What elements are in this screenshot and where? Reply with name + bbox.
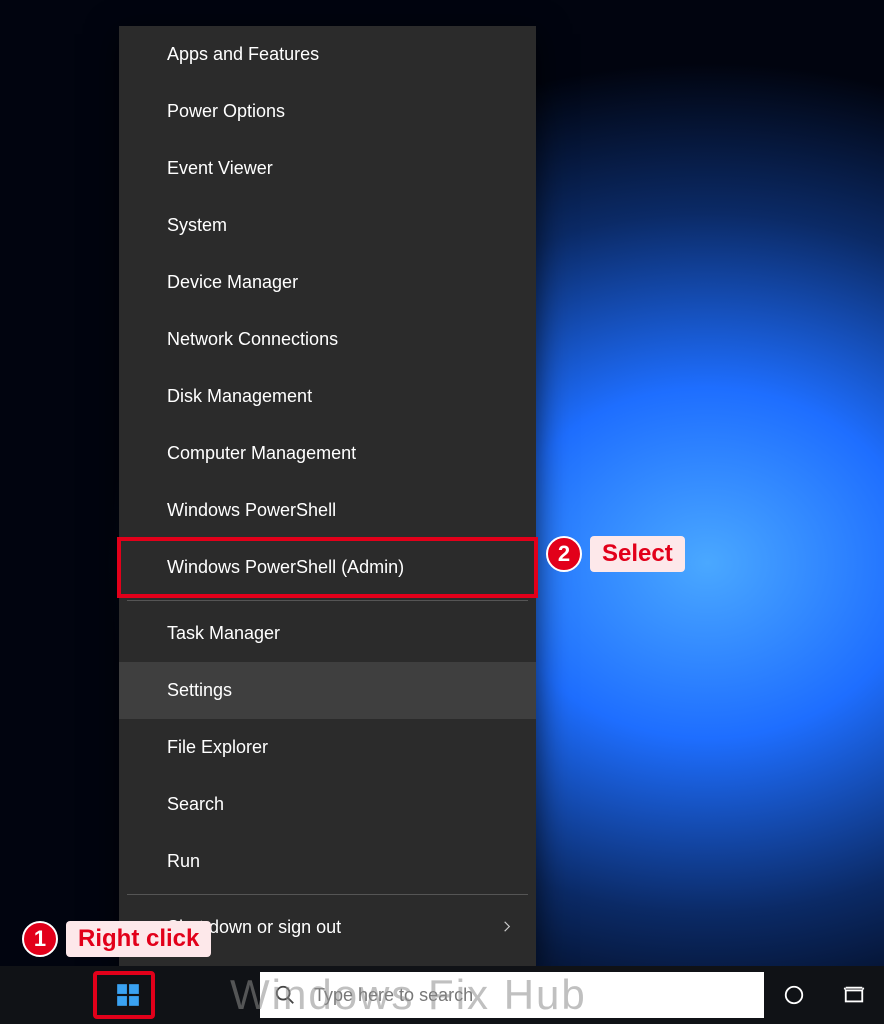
search-placeholder: Type here to search [314,985,473,1006]
callout-number-1: 1 [22,921,58,957]
menu-item-device-manager[interactable]: Device Manager [119,254,536,311]
menu-item-label: File Explorer [167,737,268,758]
callout-label-rightclick: Right click [66,921,211,957]
chevron-right-icon [500,917,514,938]
menu-item-powershell[interactable]: Windows PowerShell [119,482,536,539]
menu-item-label: Windows PowerShell [167,500,336,521]
menu-item-apps-features[interactable]: Apps and Features [119,26,536,83]
search-icon [274,984,296,1006]
menu-item-network-connections[interactable]: Network Connections [119,311,536,368]
menu-separator [127,600,528,601]
menu-item-computer-management[interactable]: Computer Management [119,425,536,482]
menu-separator [127,894,528,895]
callout-label-select: Select [590,536,685,572]
menu-item-event-viewer[interactable]: Event Viewer [119,140,536,197]
menu-item-settings[interactable]: Settings [119,662,536,719]
menu-item-label: Run [167,851,200,872]
menu-item-label: Device Manager [167,272,298,293]
callout-number-2: 2 [546,536,582,572]
menu-item-file-explorer[interactable]: File Explorer [119,719,536,776]
callout-rightclick: 1 Right click [22,921,211,957]
watermark-text: Windows Fix Hub [230,971,764,1019]
circle-icon [783,984,805,1006]
menu-item-label: System [167,215,227,236]
menu-item-powershell-admin[interactable]: Windows PowerShell (Admin) [119,539,536,596]
menu-item-label: Event Viewer [167,158,273,179]
task-view-button[interactable] [824,966,884,1024]
menu-item-label: Windows PowerShell (Admin) [167,557,404,578]
menu-item-search[interactable]: Search [119,776,536,833]
menu-item-task-manager[interactable]: Task Manager [119,605,536,662]
menu-item-label: Settings [167,680,232,701]
menu-item-label: Disk Management [167,386,312,407]
menu-item-label: Network Connections [167,329,338,350]
winx-context-menu: Apps and Features Power Options Event View… [119,26,536,966]
callout-select: 2 Select [546,536,685,572]
menu-item-disk-management[interactable]: Disk Management [119,368,536,425]
start-button-highlight [93,971,155,1019]
cortana-button[interactable] [764,966,824,1024]
menu-item-label: Apps and Features [167,44,319,65]
menu-item-label: Task Manager [167,623,280,644]
task-view-icon [843,984,865,1006]
taskbar-search[interactable]: Windows Fix Hub Type here to search [260,972,764,1018]
menu-item-run[interactable]: Run [119,833,536,890]
menu-item-system[interactable]: System [119,197,536,254]
menu-item-label: Power Options [167,101,285,122]
menu-item-label: Computer Management [167,443,356,464]
menu-item-label: Search [167,794,224,815]
menu-item-power-options[interactable]: Power Options [119,83,536,140]
